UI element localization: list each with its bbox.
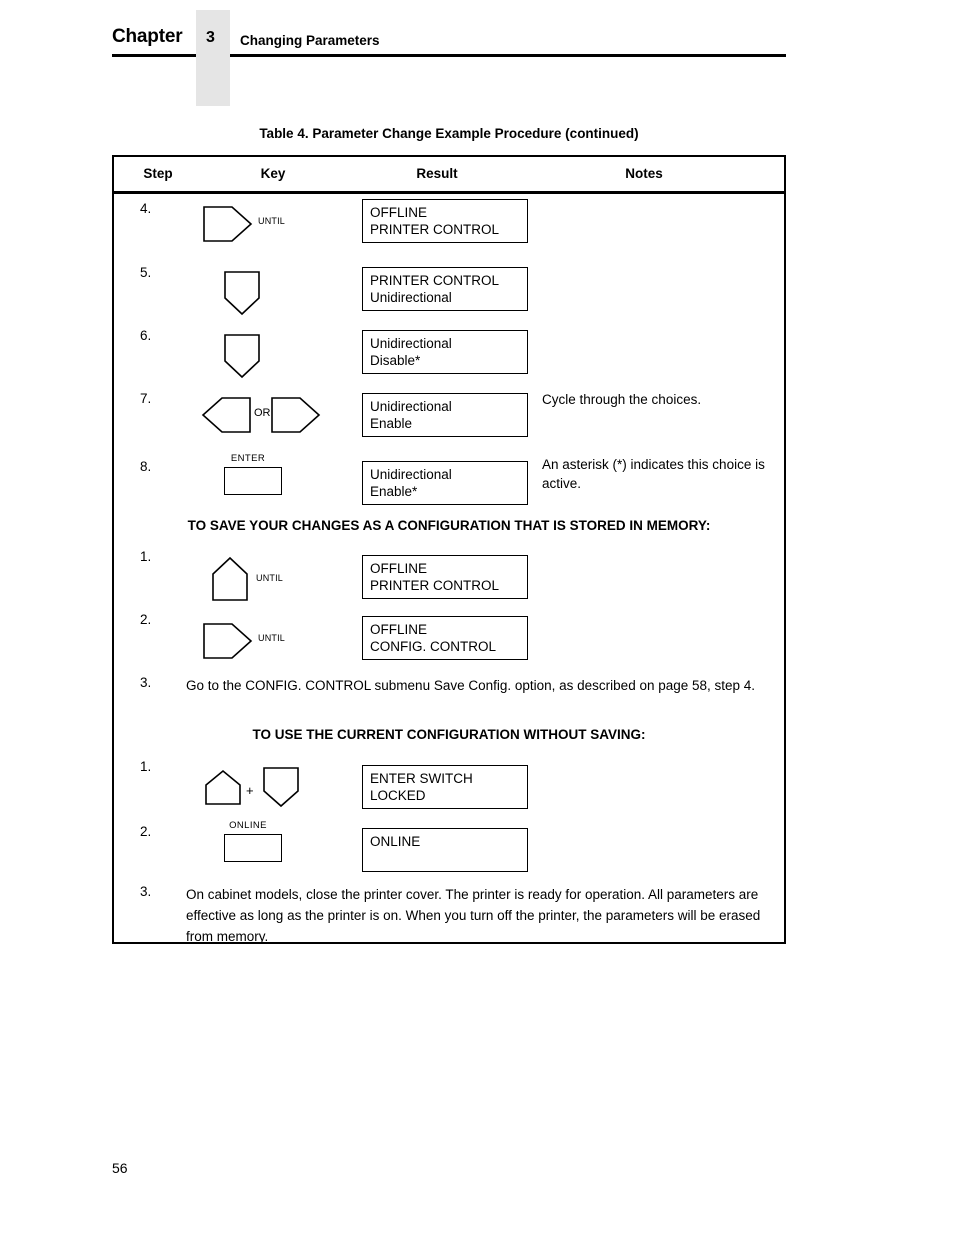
page-number: 56 [112,1160,128,1176]
table-row: 6. Unidirectional Disable* [114,326,784,388]
key-join-label: + [246,783,254,798]
paragraph-text: Go to the CONFIG. CONTROL submenu Save C… [186,678,756,693]
table-row: 7. OR Unidirectional Enable Cycle throug… [114,389,784,451]
key-join-label: OR [254,407,271,419]
table-row: 3. Go to the CONFIG. CONTROL submenu Sav… [114,675,784,725]
table-row: 2. ONLINE ONLINE [114,820,784,882]
section-heading-save: TO SAVE YOUR CHANGES AS A CONFIGURATION … [187,518,711,533]
note-text: Cycle through the choices. [542,392,702,407]
left-arrow-key-icon[interactable] [200,394,252,436]
result-line-1: PRINTER CONTROL [370,273,500,288]
section-heading-nosave: TO USE THE CURRENT CONFIGURATION WITHOUT… [252,727,646,742]
step-number: 8. [140,459,152,474]
result-line-2: Enable [370,416,413,431]
table-row: 8. ENTER Unidirectional Enable* An aster… [114,453,784,515]
result-line-1: OFFLINE [370,205,428,220]
result-line-2: Disable* [370,353,421,368]
key-cell [202,326,362,388]
step-number: 1. [140,759,152,774]
enter-key-button[interactable] [224,467,282,495]
step-number: 3. [140,884,152,899]
step-number: 2. [140,824,152,839]
result-line-1: ENTER SWITCH [370,771,473,786]
result-line-1: Unidirectional [370,467,452,482]
column-header-notes: Notes [625,166,663,181]
down-arrow-key-icon[interactable] [260,765,302,809]
header-rule-right [230,54,786,57]
key-cell: OR [200,389,362,451]
procedure-table: Step Key Result Notes 4. UNTIL OFFLINE P… [112,155,786,944]
chapter-subject: Changing Parameters [240,33,380,48]
result-line-2: PRINTER CONTROL [370,222,500,237]
table-row: 1. + ENTER SWITCH LOCKED [114,757,784,819]
result-line-2: PRINTER CONTROL [370,578,500,593]
result-display: ENTER SWITCH LOCKED [362,765,528,809]
result-line-1: Unidirectional [370,399,452,414]
result-display: Unidirectional Enable [362,393,528,437]
online-key-button[interactable] [224,834,282,862]
note-text: An asterisk (*) indicates this choice is… [542,457,765,491]
key-cell: ONLINE [202,820,362,882]
result-display: ONLINE [362,828,528,872]
down-arrow-key-icon[interactable] [220,269,264,317]
key-cell: UNTIL [202,199,362,261]
key-cell [202,263,362,325]
step-number: 6. [140,328,152,343]
result-line-2: Enable* [370,484,418,499]
step-number: 7. [140,391,152,406]
table-caption: Table 4. Parameter Change Example Proced… [259,126,639,141]
result-line-1: OFFLINE [370,561,428,576]
table-row: 3. On cabinet models, close the printer … [114,884,784,954]
result-display: PRINTER CONTROL Unidirectional [362,267,528,311]
step-number: 4. [140,201,152,216]
key-cell: ENTER [202,453,362,515]
result-display: Unidirectional Enable* [362,461,528,505]
result-display: OFFLINE PRINTER CONTROL [362,199,528,243]
key-suffix-label: UNTIL [258,633,286,643]
result-line-1: Unidirectional [370,336,452,351]
result-line-2: Unidirectional [370,290,452,305]
document-page: Chapter 3 Changing Parameters Table 4. P… [0,0,954,1235]
down-arrow-key-icon[interactable] [220,332,264,380]
table-header-row: Step Key Result Notes [114,157,784,193]
step-number: 3. [140,675,152,690]
step-number: 5. [140,265,152,280]
header-rule-left [112,54,196,57]
paragraph-text: On cabinet models, close the printer cov… [186,887,761,944]
result-display: Unidirectional Disable* [362,330,528,374]
chapter-number: 3 [206,29,215,46]
key-top-label: ENTER [230,453,266,464]
table-header-underline [114,193,784,196]
result-display: OFFLINE CONFIG. CONTROL [362,616,528,660]
result-line-1: OFFLINE [370,622,428,637]
up-arrow-key-icon[interactable] [202,769,244,807]
up-arrow-key-icon[interactable] [208,555,252,603]
result-line-2: CONFIG. CONTROL [370,639,497,654]
result-line-1: ONLINE [370,834,421,849]
table-row: 5. PRINTER CONTROL Unidirectional [114,263,784,325]
result-display: OFFLINE PRINTER CONTROL [362,555,528,599]
table-row: 1. UNTIL OFFLINE PRINTER CONTROL [114,547,784,609]
key-cell: UNTIL [202,610,362,672]
key-cell: UNTIL [202,547,362,609]
column-header-step: Step [143,166,173,181]
key-suffix-label: UNTIL [258,216,286,226]
column-header-key: Key [260,166,286,181]
table-row: 2. UNTIL OFFLINE CONFIG. CONTROL [114,610,784,672]
right-arrow-key-icon[interactable] [270,394,322,436]
step-number: 2. [140,612,152,627]
chapter-tab-block [196,10,230,106]
right-arrow-key-icon[interactable] [202,620,254,662]
chapter-label: Chapter [112,26,183,47]
result-line-2: LOCKED [370,788,426,803]
key-cell: + [202,757,362,819]
table-row: 4. UNTIL OFFLINE PRINTER CONTROL [114,199,784,261]
column-header-result: Result [416,166,458,181]
right-arrow-key-icon[interactable] [202,203,254,245]
step-number: 1. [140,549,152,564]
key-top-label: ONLINE [229,820,267,831]
key-suffix-label: UNTIL [256,573,284,583]
